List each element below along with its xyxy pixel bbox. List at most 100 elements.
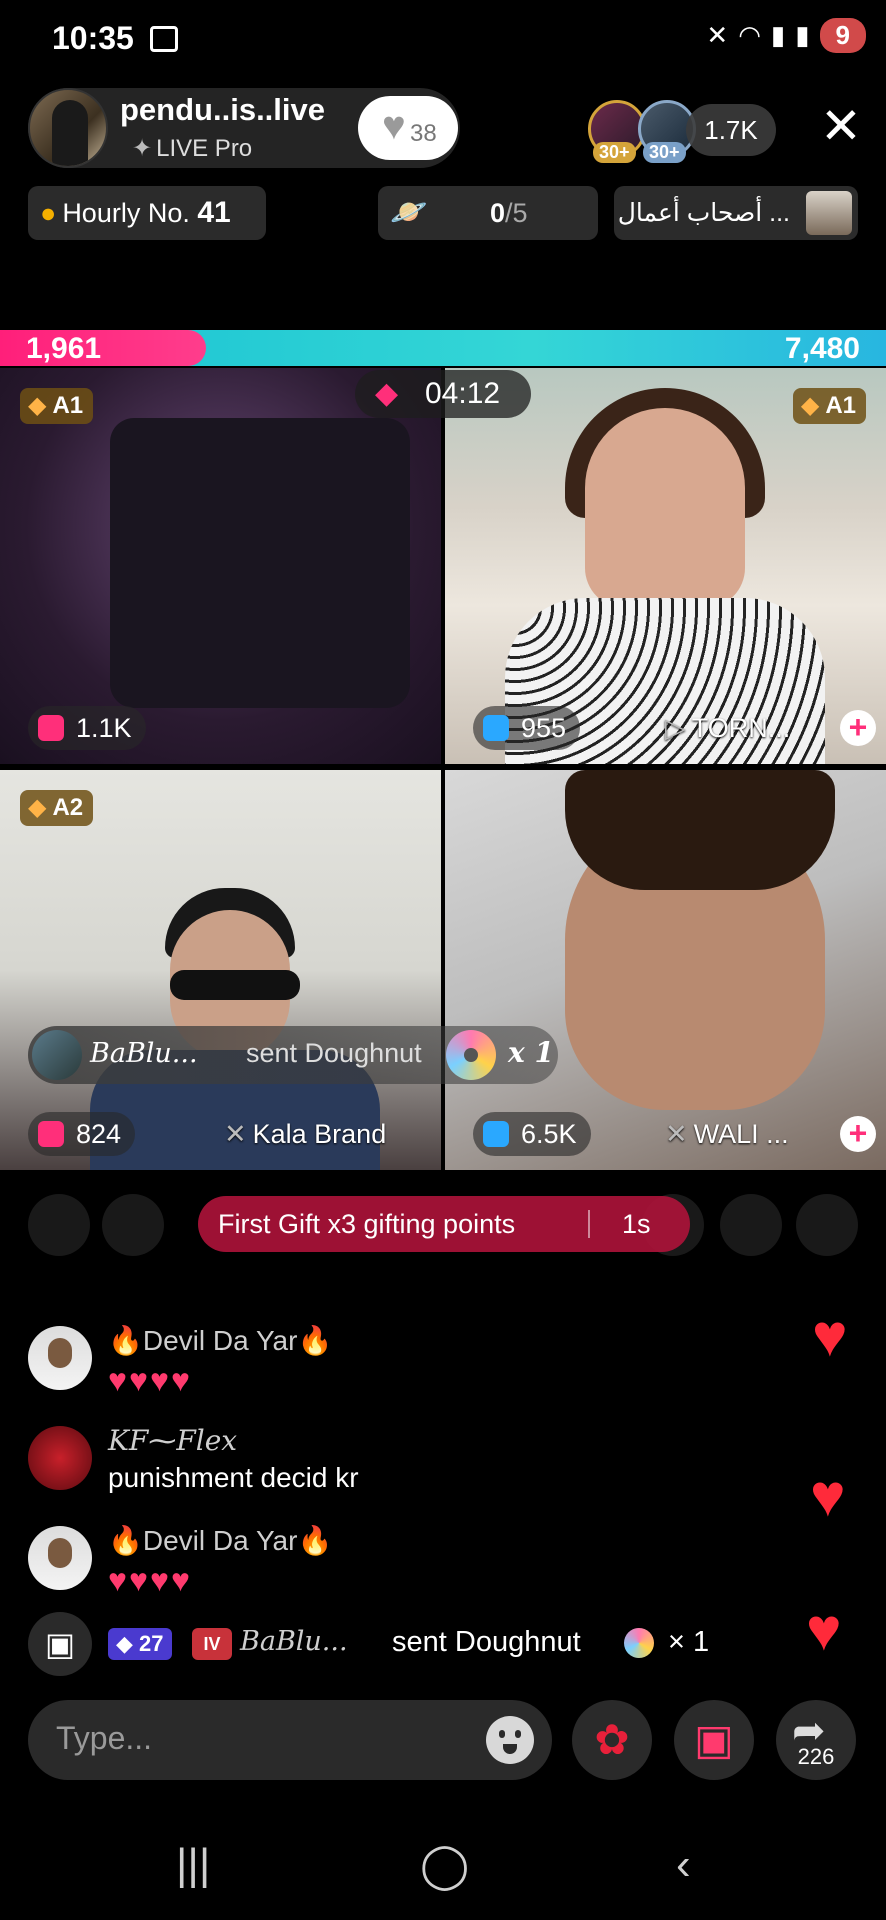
battle-right-score: 7,480 bbox=[784, 332, 860, 365]
status-icons: ✕ ◠ ▮ ▮ 9 bbox=[706, 18, 866, 53]
recent-apps-icon[interactable]: ||| bbox=[176, 1840, 210, 1890]
share-count: 226 bbox=[797, 1744, 835, 1769]
chat-username[interactable]: 🔥Devil Da Yar🔥 bbox=[108, 1524, 332, 1557]
follow-plus-button[interactable]: + bbox=[840, 710, 876, 746]
rose-gift-button[interactable]: ✿ bbox=[572, 1700, 652, 1780]
gift-chat-line: ▣ ◆ 27 IV BaBlu... sent Doughnut × 1 bbox=[28, 1612, 858, 1676]
chat-avatar[interactable] bbox=[28, 1326, 92, 1390]
chat-username-text: Devil Da Yar bbox=[142, 1325, 298, 1356]
chat-text: punishment decid kr bbox=[108, 1462, 359, 1493]
gift-sender-name: BaBlu... bbox=[90, 1038, 198, 1069]
gift-sender-name[interactable]: BaBlu... bbox=[240, 1626, 348, 1657]
system-nav-bar: ||| ◯ ‹ bbox=[0, 1820, 886, 1920]
gift-action: sent Doughnut bbox=[392, 1626, 581, 1658]
rank-badge-label: A2 bbox=[52, 794, 84, 821]
divider bbox=[588, 1210, 590, 1238]
emoji-icon[interactable] bbox=[486, 1716, 534, 1764]
chat-text: ♥♥♥♥ bbox=[108, 1362, 192, 1398]
gift-button[interactable]: ▣ bbox=[674, 1700, 754, 1780]
planet-icon: 🪐 bbox=[390, 196, 428, 229]
chat-username-text: Devil Da Yar bbox=[142, 1525, 298, 1556]
hourly-rank-chip[interactable]: ● Hourly No. 41 bbox=[28, 186, 266, 240]
planet-progress: 0/5 bbox=[490, 186, 528, 240]
floating-heart-icon: ♥ bbox=[810, 1462, 846, 1529]
score-icon bbox=[38, 1121, 64, 1147]
chat-avatar[interactable] bbox=[28, 1426, 92, 1490]
tile-score: 1.1K bbox=[28, 706, 146, 750]
share-button[interactable]: ➦ 226 bbox=[776, 1700, 856, 1780]
level-value: 27 bbox=[139, 1631, 164, 1656]
tile-score-value: 824 bbox=[76, 1119, 122, 1149]
tier-badge: IV bbox=[192, 1628, 232, 1660]
close-icon[interactable]: ✕ bbox=[820, 101, 862, 151]
battery-badge: 9 bbox=[819, 18, 866, 53]
hourly-value: 41 bbox=[197, 196, 231, 229]
gift-box-icon[interactable]: ▣ bbox=[28, 1612, 92, 1676]
viewer-level-badge: 30+ bbox=[643, 142, 686, 163]
battle-timer: ◆ 04:12 bbox=[355, 370, 531, 418]
gift-count: x 1 bbox=[508, 1036, 554, 1069]
first-gift-text: First Gift x3 gifting points bbox=[218, 1209, 516, 1239]
rose-icon: ✿ bbox=[594, 1716, 630, 1763]
rank-badge-label: A1 bbox=[52, 392, 84, 419]
follow-plus-button[interactable]: + bbox=[840, 1116, 876, 1152]
video-tile-4[interactable]: 6.5K ✕ WALI ... + bbox=[445, 770, 886, 1170]
doughnut-icon bbox=[446, 1030, 496, 1080]
viewer-count[interactable]: 1.7K bbox=[686, 104, 776, 156]
floating-heart-icon: ♥ bbox=[812, 1302, 848, 1369]
viewer-level-badge: 30+ bbox=[593, 142, 636, 163]
back-icon[interactable]: ‹ bbox=[676, 1840, 691, 1890]
gift-sender-avatar bbox=[32, 1030, 82, 1080]
battle-gloves-icon: ◆ bbox=[375, 377, 399, 410]
video-tile-2[interactable]: ◆ A1 955 ▷ TORN... + bbox=[445, 368, 886, 764]
planet-goal-chip[interactable]: 🪐 0/5 bbox=[378, 186, 598, 240]
first-gift-banner[interactable]: First Gift x3 gifting points 1s bbox=[198, 1196, 690, 1252]
first-gift-timer: 1s bbox=[622, 1209, 651, 1239]
score-icon bbox=[483, 1121, 509, 1147]
gem-icon: ◆ bbox=[28, 794, 47, 821]
video-tile-3[interactable]: ◆ A2 824 ✕ Kala Brand bbox=[0, 770, 441, 1170]
comment-placeholder: Type... bbox=[56, 1720, 153, 1756]
flame-icon: 🔥 bbox=[297, 1525, 333, 1556]
comment-input[interactable]: Type... bbox=[28, 1700, 552, 1780]
first-gift-row: First Gift x3 gifting points 1s bbox=[0, 1190, 886, 1258]
doughnut-icon bbox=[624, 1628, 654, 1658]
tile-score: 6.5K bbox=[473, 1112, 591, 1156]
tile-username-text: TORN... bbox=[691, 713, 791, 743]
tile-score-value: 955 bbox=[521, 713, 567, 743]
tile-username[interactable]: ✕ Kala Brand bbox=[224, 1112, 386, 1156]
video-tile-1[interactable]: ◆ A1 1.1K bbox=[0, 368, 441, 764]
gifter-avatar bbox=[102, 1194, 164, 1256]
gem-icon: ◆ bbox=[28, 392, 47, 419]
flame-icon: 🔥 bbox=[108, 1525, 143, 1556]
tile-username[interactable]: ✕ WALI ... bbox=[665, 1112, 789, 1156]
mute-icon: ✕ bbox=[224, 1119, 247, 1149]
gift-popup: BaBlu... sent Doughnut x 1 bbox=[28, 1026, 558, 1084]
signal-icon: ▮ bbox=[795, 20, 810, 50]
rank-badge-label: A1 bbox=[825, 392, 856, 419]
flame-icon: 🔥 bbox=[297, 1325, 333, 1356]
business-chip[interactable]: ... أصحاب أعمال bbox=[614, 186, 858, 240]
tile-score: 824 bbox=[28, 1112, 136, 1156]
score-icon bbox=[38, 715, 64, 741]
tile-username[interactable]: ▷ TORN... bbox=[665, 706, 790, 750]
screenshot-icon bbox=[150, 26, 178, 52]
diamond-icon: ◆ bbox=[116, 1631, 140, 1656]
flame-icon: 🔥 bbox=[108, 1325, 143, 1356]
chat-username[interactable]: KF⁓Flex bbox=[108, 1424, 237, 1457]
tile-username-text: Kala Brand bbox=[252, 1119, 387, 1149]
business-label: ... أصحاب أعمال bbox=[617, 199, 790, 227]
chat-avatar[interactable] bbox=[28, 1526, 92, 1590]
hourly-label: Hourly No. bbox=[62, 198, 190, 228]
home-icon[interactable]: ◯ bbox=[420, 1840, 469, 1891]
battle-timer-value: 04:12 bbox=[425, 377, 501, 410]
live-pro-text: LIVE Pro bbox=[156, 135, 253, 162]
chat-username[interactable]: 🔥Devil Da Yar🔥 bbox=[108, 1324, 332, 1357]
like-button[interactable]: ♥ 38 bbox=[358, 96, 458, 160]
business-avatar bbox=[806, 191, 852, 235]
planet-total: /5 bbox=[505, 198, 528, 228]
video-content bbox=[565, 770, 835, 890]
live-pro-label: ✦ LIVE Pro bbox=[132, 134, 252, 163]
heart-icon: ♥ bbox=[382, 104, 406, 148]
host-avatar[interactable] bbox=[28, 88, 108, 168]
